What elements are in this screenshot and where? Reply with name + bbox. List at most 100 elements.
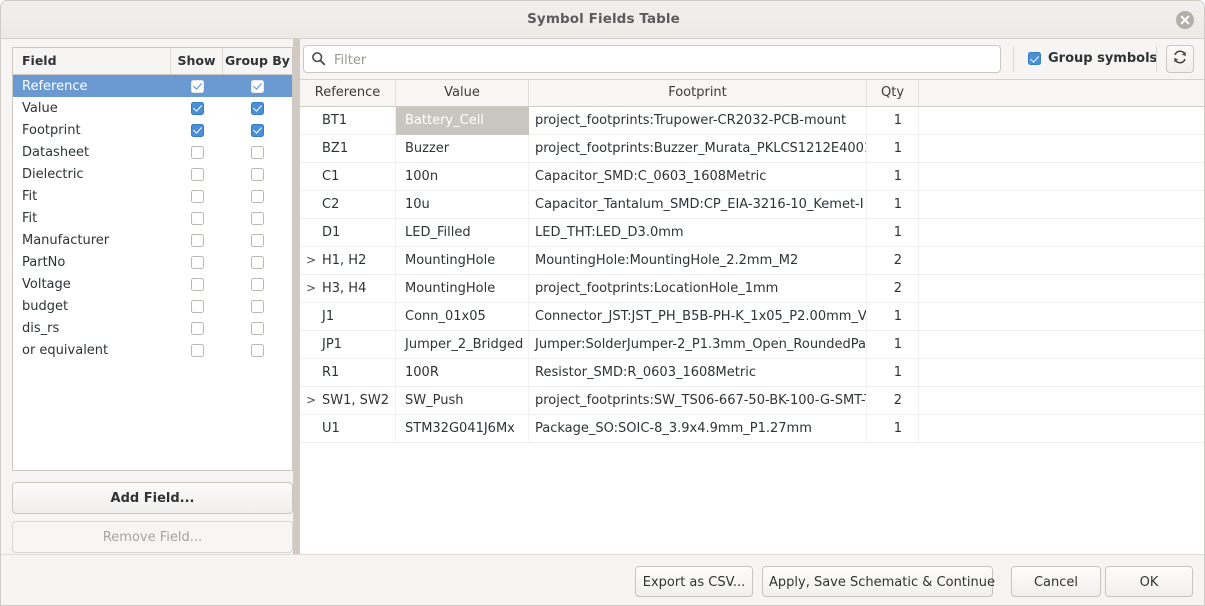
cell-qty[interactable]: 1 (867, 358, 919, 387)
filter-input[interactable] (332, 46, 998, 74)
cell-qty[interactable]: 2 (867, 246, 919, 275)
show-checkbox[interactable] (190, 123, 204, 137)
field-row[interactable]: Value (13, 97, 292, 119)
field-show-cell[interactable] (171, 167, 223, 181)
cell-value[interactable]: 100n (396, 162, 529, 191)
chevron-right-icon[interactable]: > (306, 247, 316, 274)
cell-footprint[interactable]: Resistor_SMD:R_0603_1608Metric (529, 358, 867, 387)
group-by-checkbox[interactable] (251, 299, 264, 313)
cell-qty[interactable]: 1 (867, 162, 919, 191)
cell-qty[interactable]: 1 (867, 190, 919, 219)
group-by-checkbox[interactable] (251, 167, 264, 181)
cell-value[interactable]: 10u (396, 190, 529, 219)
cell-reference[interactable]: J1 (300, 302, 396, 331)
cell-reference[interactable]: > H1, H2 (300, 246, 396, 275)
show-checkbox[interactable] (190, 343, 204, 357)
filter-box[interactable] (303, 45, 1001, 74)
group-by-checkbox[interactable] (251, 321, 264, 335)
cell-footprint[interactable]: project_footprints:SW_TS06-667-50-BK-100… (529, 386, 867, 415)
field-row[interactable]: Fit (13, 207, 292, 229)
field-row[interactable]: Manufacturer (13, 229, 292, 251)
symbols-grid[interactable]: Reference Value Footprint Qty BT1 Battery… (300, 79, 1204, 554)
table-row[interactable]: U1 STM32G041J6Mx Package_SO:SOIC-8_3.9x4.9… (300, 414, 1204, 443)
column-header-group-by[interactable]: Group By (223, 48, 292, 74)
cell-footprint[interactable]: project_footprints:Buzzer_Murata_PKLCS12… (529, 134, 867, 163)
group-by-checkbox[interactable] (251, 145, 264, 159)
show-checkbox[interactable] (190, 211, 204, 225)
table-row[interactable]: C2 10u Capacitor_Tantalum_SMD:CP_EIA-3216-… (300, 190, 1204, 219)
field-show-cell[interactable] (171, 233, 223, 247)
cancel-button[interactable]: Cancel (1011, 566, 1101, 597)
cell-reference[interactable]: > H3, H4 (300, 274, 396, 303)
show-checkbox[interactable] (190, 255, 204, 269)
cell-value[interactable]: 100R (396, 358, 529, 387)
column-header-field[interactable]: Field (13, 48, 171, 74)
close-icon[interactable] (1176, 11, 1194, 29)
field-show-cell[interactable] (171, 299, 223, 313)
show-checkbox[interactable] (190, 321, 204, 335)
cell-footprint[interactable]: Jumper:SolderJumper-2_P1.3mm_Open_Rounde… (529, 330, 867, 359)
cell-footprint[interactable]: Capacitor_Tantalum_SMD:CP_EIA-3216-10_Ke… (529, 190, 867, 219)
field-show-cell[interactable] (171, 79, 223, 93)
cell-footprint[interactable]: LED_THT:LED_D3.0mm (529, 218, 867, 247)
field-show-cell[interactable] (171, 343, 223, 357)
group-by-checkbox[interactable] (251, 255, 264, 269)
field-group-by-cell[interactable] (223, 255, 292, 269)
cell-value[interactable]: LED_Filled (396, 218, 529, 247)
apply-save-continue-button[interactable]: Apply, Save Schematic & Continue (762, 566, 995, 597)
cell-reference[interactable]: C2 (300, 190, 396, 219)
panel-splitter[interactable] (293, 39, 300, 554)
ok-button[interactable]: OK (1105, 566, 1193, 597)
field-row[interactable]: PartNo (13, 251, 292, 273)
field-show-cell[interactable] (171, 211, 223, 225)
field-group-by-cell[interactable] (223, 101, 292, 115)
cell-reference[interactable]: JP1 (300, 330, 396, 359)
field-row[interactable]: Dielectric (13, 163, 292, 185)
cell-value[interactable]: Battery_Cell (396, 106, 529, 135)
group-by-checkbox[interactable] (251, 211, 264, 225)
field-list[interactable]: Field Show Group By Reference Value Footpr… (12, 47, 293, 471)
field-group-by-cell[interactable] (223, 233, 292, 247)
show-checkbox[interactable] (190, 277, 204, 291)
table-row[interactable]: BZ1 Buzzer project_footprints:Buzzer_Murat… (300, 134, 1204, 163)
cell-value[interactable]: Jumper_2_Bridged (396, 330, 529, 359)
cell-reference[interactable]: > SW1, SW2 (300, 386, 396, 415)
cell-value[interactable]: STM32G041J6Mx (396, 414, 529, 443)
refresh-button[interactable] (1166, 45, 1194, 73)
group-by-checkbox[interactable] (251, 343, 264, 357)
cell-reference[interactable]: R1 (300, 358, 396, 387)
add-field-button[interactable]: Add Field... (12, 482, 293, 514)
field-show-cell[interactable] (171, 145, 223, 159)
grid-column-header-value[interactable]: Value (396, 80, 529, 106)
cell-reference[interactable]: BT1 (300, 106, 396, 135)
field-row[interactable]: or equivalent (13, 339, 292, 361)
table-row[interactable]: > H1, H2 MountingHole MountingHole:Mounting… (300, 246, 1204, 275)
cell-reference[interactable]: D1 (300, 218, 396, 247)
show-checkbox[interactable] (190, 299, 204, 313)
cell-footprint[interactable]: Capacitor_SMD:C_0603_1608Metric (529, 162, 867, 191)
table-row[interactable]: > SW1, SW2 SW_Push project_footprints:SW_TS… (300, 386, 1204, 415)
show-checkbox[interactable] (190, 167, 204, 181)
cell-footprint[interactable]: project_footprints:Trupower-CR2032-PCB-m… (529, 106, 867, 135)
table-row[interactable]: JP1 Jumper_2_Bridged Jumper:SolderJumper-2… (300, 330, 1204, 359)
cell-reference[interactable]: BZ1 (300, 134, 396, 163)
field-group-by-cell[interactable] (223, 123, 292, 137)
cell-footprint[interactable]: Package_SO:SOIC-8_3.9x4.9mm_P1.27mm (529, 414, 867, 443)
group-by-checkbox[interactable] (251, 123, 264, 137)
group-symbols-toggle[interactable]: Group symbols (1028, 51, 1157, 66)
cell-reference[interactable]: C1 (300, 162, 396, 191)
table-row[interactable]: > H3, H4 MountingHole project_footprints:Lo… (300, 274, 1204, 303)
field-show-cell[interactable] (171, 189, 223, 203)
field-row[interactable]: Voltage (13, 273, 292, 295)
field-group-by-cell[interactable] (223, 321, 292, 335)
field-group-by-cell[interactable] (223, 189, 292, 203)
field-row[interactable]: dis_rs (13, 317, 292, 339)
chevron-right-icon[interactable]: > (306, 387, 316, 414)
cell-qty[interactable]: 1 (867, 218, 919, 247)
field-show-cell[interactable] (171, 321, 223, 335)
cell-value[interactable]: SW_Push (396, 386, 529, 415)
show-checkbox[interactable] (190, 233, 204, 247)
cell-qty[interactable]: 1 (867, 414, 919, 443)
group-by-checkbox[interactable] (251, 79, 264, 93)
field-row[interactable]: Fit (13, 185, 292, 207)
